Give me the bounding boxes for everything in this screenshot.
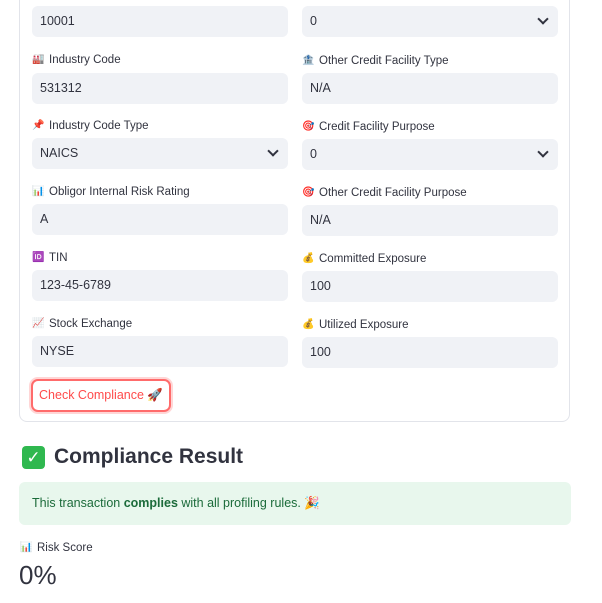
credit-facility-purpose-label: Credit Facility Purpose <box>319 121 435 133</box>
committed-exposure-value: 100 <box>310 279 331 293</box>
industry-code-label: Industry Code <box>49 54 121 66</box>
industry-code-type-label: Industry Code Type <box>49 120 149 132</box>
other-credit-facility-type-input[interactable]: N/A <box>302 73 558 104</box>
credit-facility-purpose-select[interactable]: 0 <box>302 139 558 170</box>
tin-label: TIN <box>49 252 68 264</box>
bar-chart-icon: 📊 <box>32 186 45 197</box>
tin-input[interactable]: 123-45-6789 <box>32 270 288 301</box>
stock-exchange-label: Stock Exchange <box>49 318 133 330</box>
id-icon: 🆔 <box>32 252 45 263</box>
obligor-risk-rating-input[interactable]: A <box>32 204 288 235</box>
check-compliance-button[interactable]: Check Compliance 🚀 <box>31 379 171 412</box>
risk-score-label: Risk Score <box>37 542 93 554</box>
money-bag-icon: 💰 <box>302 253 315 264</box>
chevron-down-icon <box>537 146 549 158</box>
other-credit-facility-type-value: N/A <box>310 81 331 95</box>
success-alert: This transaction complies with all profi… <box>19 482 571 525</box>
committed-exposure-label: Committed Exposure <box>319 253 427 265</box>
committed-exposure-input[interactable]: 100 <box>302 271 558 302</box>
industry-code-type-select[interactable]: NAICS <box>32 138 288 169</box>
compliance-result-title: Compliance Result <box>54 445 244 468</box>
obligor-risk-rating-value: A <box>40 212 49 226</box>
top-right-select[interactable]: 0 <box>302 6 558 37</box>
target-icon: 🎯 <box>302 121 315 132</box>
tin-value: 123-45-6789 <box>40 278 111 292</box>
utilized-exposure-label: Utilized Exposure <box>319 319 409 331</box>
zip-code-field[interactable]: 10001 <box>32 6 288 37</box>
other-credit-facility-purpose-label: Other Credit Facility Purpose <box>319 187 467 199</box>
risk-score-label-row: 📊 Risk Score <box>20 540 93 556</box>
pin-icon: 📌 <box>32 120 45 131</box>
target-icon: 🎯 <box>302 187 315 198</box>
stock-exchange-input[interactable]: NYSE <box>32 336 288 367</box>
zip-code-value: 10001 <box>40 14 75 28</box>
industry-code-input[interactable]: 531312 <box>32 73 288 104</box>
stock-exchange-value: NYSE <box>40 344 75 358</box>
bar-chart-icon: 📊 <box>20 542 33 553</box>
industry-code-type-value: NAICS <box>40 146 79 160</box>
chevron-down-icon <box>267 145 279 157</box>
risk-score-value: 0% <box>19 560 57 590</box>
other-credit-facility-type-label: Other Credit Facility Type <box>319 55 449 67</box>
chevron-down-icon <box>537 13 549 25</box>
top-right-select-value: 0 <box>310 14 317 28</box>
factory-icon: 🏭 <box>32 54 45 65</box>
other-credit-facility-purpose-value: N/A <box>310 213 331 227</box>
utilized-exposure-input[interactable]: 100 <box>302 337 558 368</box>
alert-text-pre: This transaction <box>32 496 124 510</box>
money-bag-icon: 💰 <box>302 319 315 330</box>
alert-text-post: with all profiling rules. 🎉 <box>177 496 320 510</box>
obligor-risk-rating-label: Obligor Internal Risk Rating <box>49 186 190 198</box>
bank-icon: 🏦 <box>302 55 315 66</box>
trend-up-icon: 📈 <box>32 318 45 329</box>
check-mark-icon: ✓ <box>22 445 45 469</box>
credit-facility-purpose-value: 0 <box>310 147 317 161</box>
other-credit-facility-purpose-input[interactable]: N/A <box>302 205 558 236</box>
compliance-result-header: ✓ Compliance Result <box>22 442 243 472</box>
industry-code-value: 531312 <box>40 81 82 95</box>
utilized-exposure-value: 100 <box>310 345 331 359</box>
alert-text-bold: complies <box>123 496 178 510</box>
